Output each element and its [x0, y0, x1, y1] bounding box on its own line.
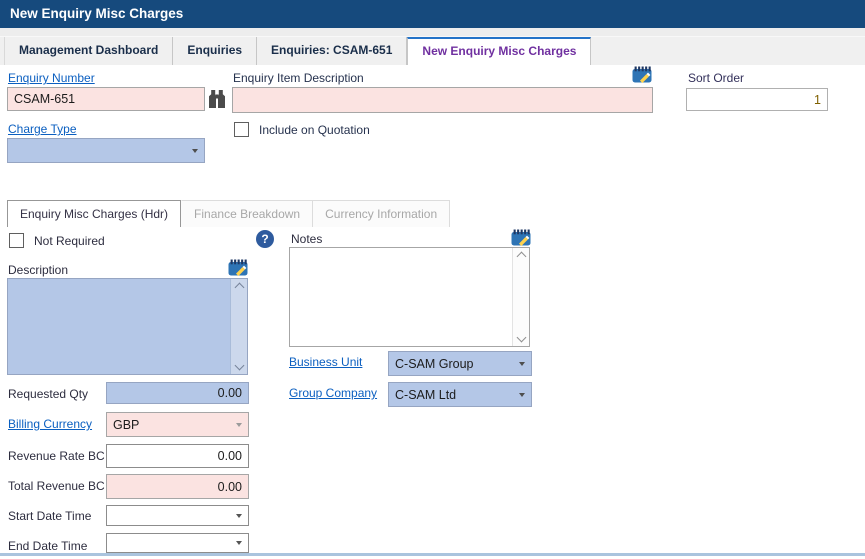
include-on-quotation-checkbox[interactable] [234, 122, 249, 137]
billing-currency-label[interactable]: Billing Currency [8, 417, 92, 431]
start-date-time-dropdown[interactable] [106, 505, 249, 526]
window-titlebar: New Enquiry Misc Charges [0, 0, 865, 28]
notes-scrollbar[interactable] [512, 248, 529, 346]
enquiry-number-label[interactable]: Enquiry Number [8, 71, 95, 85]
tab-new-enquiry-misc-charges[interactable]: New Enquiry Misc Charges [407, 37, 591, 65]
tab-finance-breakdown[interactable]: Finance Breakdown [181, 200, 313, 227]
total-revenue-bc-label: Total Revenue BC [8, 479, 105, 493]
window-bottom-border [0, 553, 865, 556]
tab-enquiry-misc-charges-hdr[interactable]: Enquiry Misc Charges (Hdr) [7, 200, 181, 227]
enquiry-item-description-label: Enquiry Item Description [233, 71, 364, 85]
business-unit-label[interactable]: Business Unit [289, 355, 362, 369]
not-required-label: Not Required [34, 234, 105, 248]
edit-note-icon[interactable] [228, 259, 248, 276]
scroll-up-icon[interactable] [234, 283, 244, 293]
chevron-down-icon [236, 514, 242, 518]
group-company-label[interactable]: Group Company [289, 386, 377, 400]
detail-tabstrip: Enquiry Misc Charges (Hdr) Finance Break… [7, 200, 450, 227]
edit-note-icon[interactable] [632, 66, 652, 83]
tab-currency-information[interactable]: Currency Information [313, 200, 450, 227]
scroll-down-icon[interactable] [516, 333, 526, 343]
tab-management-dashboard[interactable]: Management Dashboard [4, 37, 173, 65]
not-required-checkbox[interactable] [9, 233, 24, 248]
enquiry-number-input[interactable]: CSAM-651 [7, 87, 205, 111]
revenue-rate-bc-label: Revenue Rate BC [8, 449, 105, 463]
chevron-down-icon [519, 362, 525, 366]
sort-order-input[interactable]: 1 [686, 88, 828, 111]
form-content: Enquiry Number CSAM-651 Charge Type Enqu… [0, 65, 865, 559]
start-date-time-label: Start Date Time [8, 509, 91, 523]
enquiry-item-description-input[interactable] [232, 87, 653, 113]
charge-type-label[interactable]: Charge Type [8, 122, 77, 136]
notes-label: Notes [291, 232, 322, 246]
tab-enquiries-csam-651[interactable]: Enquiries: CSAM-651 [257, 37, 407, 65]
main-tabstrip: Management Dashboard Enquiries Enquiries… [0, 37, 865, 65]
charge-type-dropdown[interactable] [7, 138, 205, 163]
end-date-time-dropdown[interactable] [106, 533, 249, 553]
include-on-quotation-label: Include on Quotation [259, 123, 370, 137]
total-revenue-bc-input[interactable]: 0.00 [106, 474, 249, 499]
end-date-time-label: End Date Time [8, 539, 87, 553]
description-scrollbar[interactable] [230, 279, 247, 374]
sort-order-label: Sort Order [688, 71, 744, 85]
billing-currency-dropdown[interactable]: GBP [106, 412, 249, 437]
edit-note-icon[interactable] [511, 229, 531, 246]
scroll-up-icon[interactable] [516, 252, 526, 262]
business-unit-dropdown[interactable]: C-SAM Group [388, 351, 532, 376]
tab-enquiries[interactable]: Enquiries [173, 37, 257, 65]
requested-qty-label: Requested Qty [8, 387, 88, 401]
requested-qty-input[interactable]: 0.00 [106, 382, 249, 404]
chevron-down-icon [236, 541, 242, 545]
group-company-dropdown[interactable]: C-SAM Ltd [388, 382, 532, 407]
description-textarea[interactable] [7, 278, 248, 375]
scroll-down-icon[interactable] [234, 361, 244, 371]
help-icon[interactable]: ? [256, 230, 274, 248]
titlebar-gap [0, 28, 865, 37]
revenue-rate-bc-input[interactable]: 0.00 [106, 444, 249, 468]
notes-textarea[interactable] [289, 247, 530, 347]
binoculars-search-icon[interactable] [208, 89, 226, 109]
chevron-down-icon [519, 393, 525, 397]
description-label: Description [8, 263, 68, 277]
chevron-down-icon [236, 423, 242, 427]
chevron-down-icon [192, 149, 198, 153]
app-window: New Enquiry Misc Charges Management Dash… [0, 0, 865, 559]
page-title: New Enquiry Misc Charges [10, 6, 183, 21]
